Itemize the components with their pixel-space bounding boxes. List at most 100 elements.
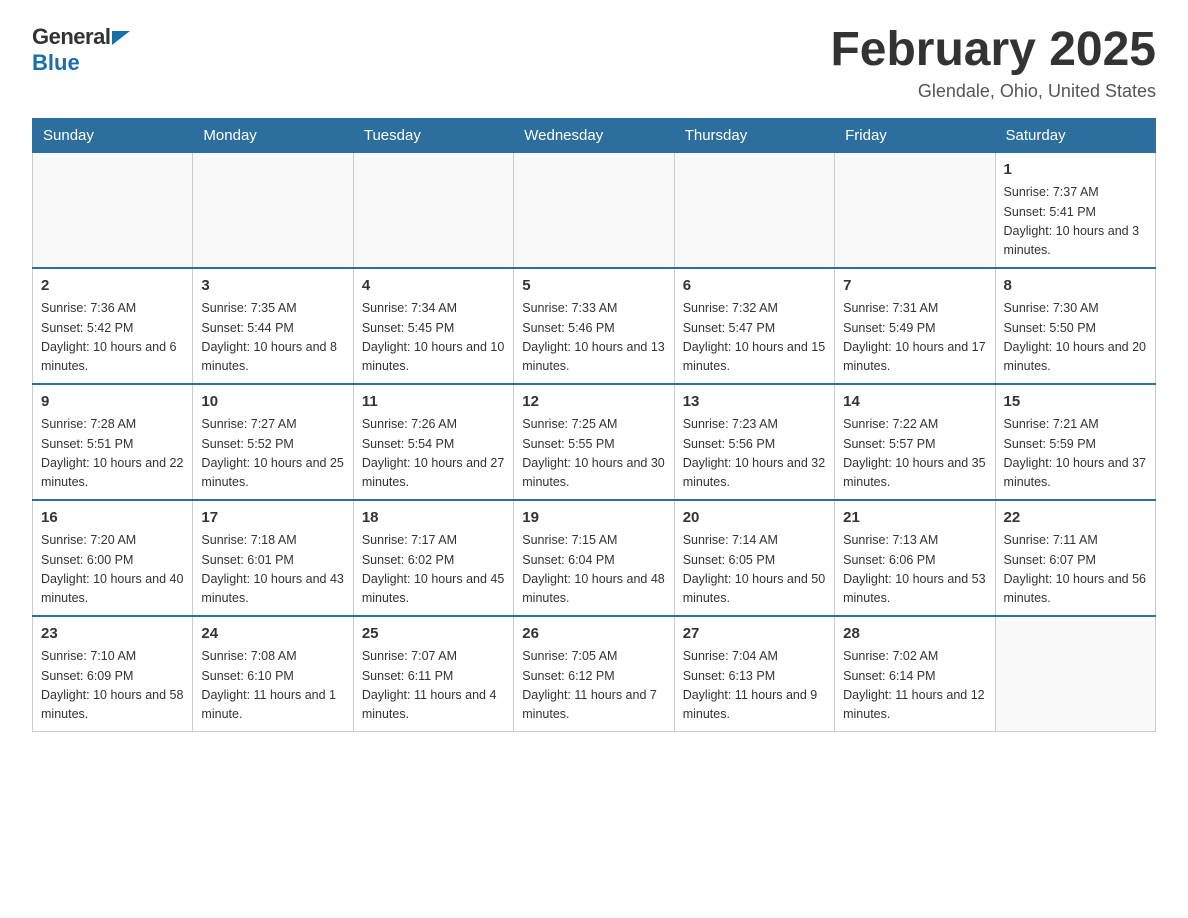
- day-number: 3: [201, 275, 344, 298]
- title-area: February 2025 Glendale, Ohio, United Sta…: [830, 24, 1156, 102]
- day-number: 6: [683, 275, 826, 298]
- col-tuesday: Tuesday: [353, 118, 513, 152]
- logo-blue-text: Blue: [32, 50, 80, 76]
- day-number: 18: [362, 507, 505, 530]
- calendar-cell: 27Sunrise: 7:04 AMSunset: 6:13 PMDayligh…: [674, 616, 834, 732]
- day-number: 8: [1004, 275, 1147, 298]
- calendar-cell: 20Sunrise: 7:14 AMSunset: 6:05 PMDayligh…: [674, 500, 834, 616]
- calendar-cell: [674, 152, 834, 268]
- day-number: 5: [522, 275, 665, 298]
- calendar-cell: 7Sunrise: 7:31 AMSunset: 5:49 PMDaylight…: [835, 268, 995, 384]
- day-number: 24: [201, 623, 344, 646]
- day-number: 20: [683, 507, 826, 530]
- calendar-week-row-1: 1Sunrise: 7:37 AMSunset: 5:41 PMDaylight…: [33, 152, 1156, 268]
- day-info: Sunrise: 7:18 AMSunset: 6:01 PMDaylight:…: [201, 531, 344, 609]
- calendar-cell: 4Sunrise: 7:34 AMSunset: 5:45 PMDaylight…: [353, 268, 513, 384]
- calendar-cell: 8Sunrise: 7:30 AMSunset: 5:50 PMDaylight…: [995, 268, 1155, 384]
- day-number: 4: [362, 275, 505, 298]
- calendar-week-row-4: 16Sunrise: 7:20 AMSunset: 6:00 PMDayligh…: [33, 500, 1156, 616]
- col-monday: Monday: [193, 118, 353, 152]
- day-number: 26: [522, 623, 665, 646]
- calendar-cell: [33, 152, 193, 268]
- calendar-cell: 18Sunrise: 7:17 AMSunset: 6:02 PMDayligh…: [353, 500, 513, 616]
- day-number: 27: [683, 623, 826, 646]
- calendar-cell: 26Sunrise: 7:05 AMSunset: 6:12 PMDayligh…: [514, 616, 674, 732]
- calendar-cell: 11Sunrise: 7:26 AMSunset: 5:54 PMDayligh…: [353, 384, 513, 500]
- day-info: Sunrise: 7:04 AMSunset: 6:13 PMDaylight:…: [683, 647, 826, 725]
- calendar-cell: 14Sunrise: 7:22 AMSunset: 5:57 PMDayligh…: [835, 384, 995, 500]
- calendar-cell: 24Sunrise: 7:08 AMSunset: 6:10 PMDayligh…: [193, 616, 353, 732]
- col-thursday: Thursday: [674, 118, 834, 152]
- calendar-cell: 1Sunrise: 7:37 AMSunset: 5:41 PMDaylight…: [995, 152, 1155, 268]
- calendar-cell: 9Sunrise: 7:28 AMSunset: 5:51 PMDaylight…: [33, 384, 193, 500]
- day-number: 7: [843, 275, 986, 298]
- day-number: 12: [522, 391, 665, 414]
- calendar-week-row-2: 2Sunrise: 7:36 AMSunset: 5:42 PMDaylight…: [33, 268, 1156, 384]
- day-info: Sunrise: 7:36 AMSunset: 5:42 PMDaylight:…: [41, 299, 184, 377]
- month-title: February 2025: [830, 24, 1156, 77]
- calendar-cell: 21Sunrise: 7:13 AMSunset: 6:06 PMDayligh…: [835, 500, 995, 616]
- day-info: Sunrise: 7:15 AMSunset: 6:04 PMDaylight:…: [522, 531, 665, 609]
- page-header: General Blue February 2025 Glendale, Ohi…: [32, 24, 1156, 102]
- day-info: Sunrise: 7:32 AMSunset: 5:47 PMDaylight:…: [683, 299, 826, 377]
- calendar-cell: 19Sunrise: 7:15 AMSunset: 6:04 PMDayligh…: [514, 500, 674, 616]
- calendar-cell: 25Sunrise: 7:07 AMSunset: 6:11 PMDayligh…: [353, 616, 513, 732]
- calendar-cell: 12Sunrise: 7:25 AMSunset: 5:55 PMDayligh…: [514, 384, 674, 500]
- day-info: Sunrise: 7:22 AMSunset: 5:57 PMDaylight:…: [843, 415, 986, 493]
- calendar-header-row: Sunday Monday Tuesday Wednesday Thursday…: [33, 118, 1156, 152]
- day-info: Sunrise: 7:28 AMSunset: 5:51 PMDaylight:…: [41, 415, 184, 493]
- calendar-cell: 10Sunrise: 7:27 AMSunset: 5:52 PMDayligh…: [193, 384, 353, 500]
- day-info: Sunrise: 7:30 AMSunset: 5:50 PMDaylight:…: [1004, 299, 1147, 377]
- calendar-cell: 2Sunrise: 7:36 AMSunset: 5:42 PMDaylight…: [33, 268, 193, 384]
- col-sunday: Sunday: [33, 118, 193, 152]
- calendar-cell: 16Sunrise: 7:20 AMSunset: 6:00 PMDayligh…: [33, 500, 193, 616]
- col-saturday: Saturday: [995, 118, 1155, 152]
- day-number: 25: [362, 623, 505, 646]
- calendar-cell: 28Sunrise: 7:02 AMSunset: 6:14 PMDayligh…: [835, 616, 995, 732]
- day-info: Sunrise: 7:31 AMSunset: 5:49 PMDaylight:…: [843, 299, 986, 377]
- calendar-cell: 13Sunrise: 7:23 AMSunset: 5:56 PMDayligh…: [674, 384, 834, 500]
- calendar-cell: [353, 152, 513, 268]
- day-info: Sunrise: 7:21 AMSunset: 5:59 PMDaylight:…: [1004, 415, 1147, 493]
- day-info: Sunrise: 7:33 AMSunset: 5:46 PMDaylight:…: [522, 299, 665, 377]
- day-info: Sunrise: 7:13 AMSunset: 6:06 PMDaylight:…: [843, 531, 986, 609]
- day-info: Sunrise: 7:35 AMSunset: 5:44 PMDaylight:…: [201, 299, 344, 377]
- day-info: Sunrise: 7:08 AMSunset: 6:10 PMDaylight:…: [201, 647, 344, 725]
- day-info: Sunrise: 7:26 AMSunset: 5:54 PMDaylight:…: [362, 415, 505, 493]
- calendar-cell: [193, 152, 353, 268]
- calendar-cell: 6Sunrise: 7:32 AMSunset: 5:47 PMDaylight…: [674, 268, 834, 384]
- day-number: 2: [41, 275, 184, 298]
- logo-general-text: General: [32, 24, 110, 50]
- calendar-cell: 3Sunrise: 7:35 AMSunset: 5:44 PMDaylight…: [193, 268, 353, 384]
- day-number: 14: [843, 391, 986, 414]
- day-info: Sunrise: 7:10 AMSunset: 6:09 PMDaylight:…: [41, 647, 184, 725]
- day-number: 21: [843, 507, 986, 530]
- calendar-cell: 5Sunrise: 7:33 AMSunset: 5:46 PMDaylight…: [514, 268, 674, 384]
- day-number: 19: [522, 507, 665, 530]
- day-info: Sunrise: 7:37 AMSunset: 5:41 PMDaylight:…: [1004, 183, 1147, 261]
- calendar-cell: 22Sunrise: 7:11 AMSunset: 6:07 PMDayligh…: [995, 500, 1155, 616]
- day-number: 9: [41, 391, 184, 414]
- day-info: Sunrise: 7:02 AMSunset: 6:14 PMDaylight:…: [843, 647, 986, 725]
- logo-arrow-icon: [112, 31, 130, 45]
- location-text: Glendale, Ohio, United States: [830, 81, 1156, 102]
- day-number: 13: [683, 391, 826, 414]
- day-info: Sunrise: 7:25 AMSunset: 5:55 PMDaylight:…: [522, 415, 665, 493]
- calendar-table: Sunday Monday Tuesday Wednesday Thursday…: [32, 118, 1156, 732]
- calendar-cell: [514, 152, 674, 268]
- day-number: 28: [843, 623, 986, 646]
- col-friday: Friday: [835, 118, 995, 152]
- calendar-cell: 23Sunrise: 7:10 AMSunset: 6:09 PMDayligh…: [33, 616, 193, 732]
- calendar-cell: 17Sunrise: 7:18 AMSunset: 6:01 PMDayligh…: [193, 500, 353, 616]
- logo: General Blue: [32, 24, 130, 76]
- col-wednesday: Wednesday: [514, 118, 674, 152]
- day-number: 17: [201, 507, 344, 530]
- day-info: Sunrise: 7:20 AMSunset: 6:00 PMDaylight:…: [41, 531, 184, 609]
- calendar-week-row-5: 23Sunrise: 7:10 AMSunset: 6:09 PMDayligh…: [33, 616, 1156, 732]
- day-number: 10: [201, 391, 344, 414]
- calendar-cell: [835, 152, 995, 268]
- day-info: Sunrise: 7:23 AMSunset: 5:56 PMDaylight:…: [683, 415, 826, 493]
- day-info: Sunrise: 7:27 AMSunset: 5:52 PMDaylight:…: [201, 415, 344, 493]
- day-number: 11: [362, 391, 505, 414]
- calendar-week-row-3: 9Sunrise: 7:28 AMSunset: 5:51 PMDaylight…: [33, 384, 1156, 500]
